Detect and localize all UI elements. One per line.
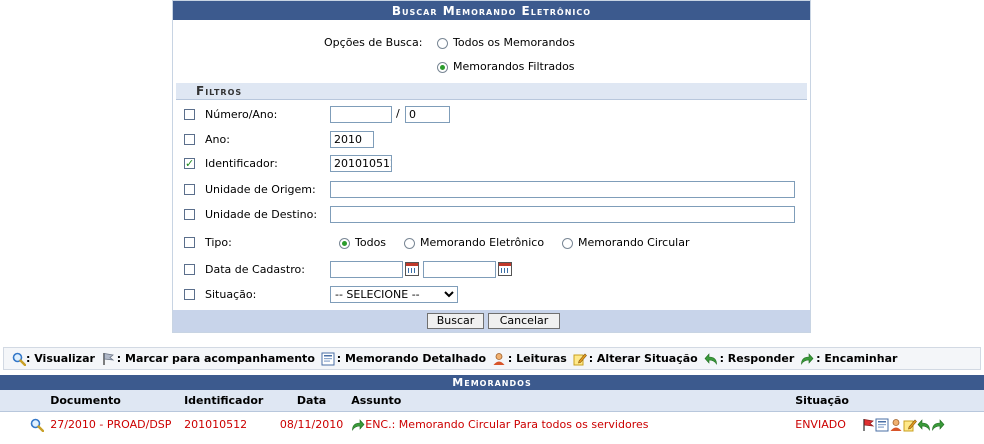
cell-identificador: 201010512 (184, 418, 248, 431)
checkbox-situacao[interactable] (184, 289, 195, 300)
assunto-text: ENC.: Memorando Circular Para todos os s… (365, 417, 649, 431)
radio-tipo-todos[interactable] (339, 237, 350, 249)
cell-documento: 27/2010 - PROAD/DSP (50, 418, 172, 431)
reader-person-icon (492, 352, 506, 366)
radio-all-memos[interactable] (437, 37, 448, 49)
checkbox-identificador[interactable] (184, 154, 195, 174)
input-ano[interactable]: 2010 (330, 131, 374, 148)
search-form: Buscar Memorando Eletrônico Opções de Bu… (172, 0, 811, 333)
cell-situacao: ENVIADO (795, 418, 846, 431)
filter-identificador: Identificador: (173, 154, 803, 174)
input-data-fim[interactable] (423, 261, 496, 278)
legend-visualizar: : Visualizar (26, 352, 95, 365)
input-numero[interactable] (330, 106, 392, 123)
document-detail-icon[interactable] (875, 418, 889, 432)
filters-header: Filtros (176, 83, 807, 100)
reply-arrow-icon (704, 352, 718, 366)
label-unidade-destino: Unidade de Destino: (205, 208, 318, 221)
checkbox-data-cadastro[interactable] (184, 264, 195, 275)
numero-ano-separator: / (396, 107, 400, 120)
memos-table-panel: Memorandos Documento Identificador Data … (0, 375, 984, 437)
checkbox-ano[interactable] (184, 134, 195, 145)
input-unidade-destino[interactable] (330, 206, 795, 223)
flag-icon[interactable] (861, 418, 875, 432)
option-all-memos[interactable]: Todos os Memorandos (437, 33, 575, 53)
col-identificador: Identificador (180, 390, 276, 412)
buscar-button[interactable]: Buscar (427, 313, 484, 329)
legend-encaminhar: : Encaminhar (816, 352, 898, 365)
label-unidade-origem: Unidade de Origem: (205, 183, 316, 196)
forward-arrow-icon[interactable] (931, 418, 945, 432)
radio-tipo-eletronico[interactable] (404, 237, 415, 249)
flag-icon (101, 352, 115, 366)
input-data-inicio[interactable] (330, 261, 403, 278)
filter-ano: Ano: (173, 130, 803, 150)
calendar-icon[interactable] (405, 262, 419, 276)
reader-person-icon[interactable] (889, 418, 903, 432)
radio-tipo-circular[interactable] (562, 237, 573, 249)
table-row: 27/2010 - PROAD/DSP 201010512 08/11/2010… (0, 412, 984, 438)
col-assunto: Assunto (347, 390, 792, 412)
cancelar-button[interactable]: Cancelar (488, 313, 560, 329)
input-unidade-origem[interactable] (330, 181, 795, 198)
col-documento: Documento (46, 390, 181, 412)
input-identificador[interactable]: 201010512 (330, 155, 392, 172)
cell-assunto: ENC.: Memorando Circular Para todos os s… (347, 412, 791, 438)
checkbox-numero-ano[interactable] (184, 109, 195, 120)
forward-arrow-icon (800, 352, 814, 366)
cell-data: 08/11/2010 (279, 418, 344, 431)
memos-title: Memorandos (0, 375, 984, 390)
tipo-option-todos[interactable]: Todos (339, 233, 386, 253)
checkbox-unidade-origem[interactable] (184, 184, 195, 195)
input-ano-memo[interactable]: 0 (405, 106, 450, 123)
select-situacao[interactable]: -- SELECIONE -- (330, 286, 458, 303)
tipo-option-eletronico[interactable]: Memorando Eletrônico (404, 233, 544, 253)
forward-arrow-icon (351, 418, 365, 432)
search-options-label: Opções de Busca: (324, 36, 423, 49)
edit-note-icon (573, 352, 587, 366)
document-detail-icon (321, 352, 335, 366)
label-identificador: Identificador: (205, 157, 278, 170)
legend-responder: : Responder (719, 352, 795, 365)
tipo-option-circular[interactable]: Memorando Circular (562, 233, 690, 253)
reply-arrow-icon[interactable] (917, 418, 931, 432)
label-data-cadastro: Data de Cadastro: (205, 263, 305, 276)
form-title: Buscar Memorando Eletrônico (173, 1, 810, 20)
legend-leituras: : Leituras (507, 352, 567, 365)
memos-table: Documento Identificador Data Assunto Sit… (0, 390, 984, 437)
label-ano: Ano: (205, 133, 230, 146)
edit-note-icon[interactable] (903, 418, 917, 432)
label-tipo: Tipo: (205, 236, 232, 249)
magnifier-icon[interactable] (30, 418, 45, 432)
legend-acompanhamento: : Marcar para acompanhamento (116, 352, 315, 365)
legend-alterar: : Alterar Situação (588, 352, 698, 365)
form-footer: Buscar Cancelar (173, 310, 810, 332)
col-data: Data (275, 390, 348, 412)
filter-numero-ano: Número/Ano: (173, 105, 803, 125)
col-situacao: Situação (791, 390, 853, 412)
label-situacao: Situação: (205, 288, 257, 301)
icon-legend: : Visualizar : Marcar para acompanhament… (3, 347, 981, 370)
table-header-row: Documento Identificador Data Assunto Sit… (0, 390, 984, 412)
checkbox-unidade-destino[interactable] (184, 209, 195, 220)
filter-situacao: Situação: (173, 285, 803, 305)
cell-actions (853, 412, 984, 438)
calendar-icon[interactable] (498, 262, 512, 276)
magnifier-icon (12, 352, 26, 366)
option-filtered-memos[interactable]: Memorandos Filtrados (437, 57, 575, 77)
legend-detalhado: : Memorando Detalhado (336, 352, 487, 365)
checkbox-tipo[interactable] (184, 237, 195, 248)
radio-filtered-memos[interactable] (437, 61, 448, 73)
label-numero-ano: Número/Ano: (205, 108, 278, 121)
